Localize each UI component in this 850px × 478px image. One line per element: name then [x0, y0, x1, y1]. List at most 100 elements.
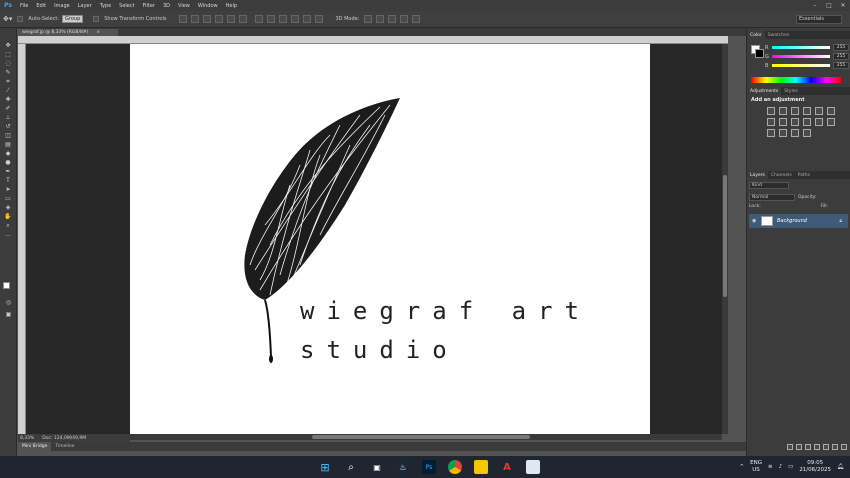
volume-icon[interactable]: ♪: [779, 464, 783, 470]
brush-tool-icon[interactable]: ✐: [4, 105, 13, 113]
screen-mode-icon[interactable]: ▣: [4, 311, 13, 319]
wifi-icon[interactable]: ≋: [768, 464, 773, 470]
black-white-icon[interactable]: [779, 118, 787, 126]
distribute-left-icon[interactable]: [291, 15, 300, 23]
healing-brush-tool-icon[interactable]: ✚: [4, 96, 13, 104]
auto-select-dropdown[interactable]: Group: [62, 15, 84, 23]
clock[interactable]: 09:05 21/06/2025: [799, 460, 831, 474]
eyedropper-tool-icon[interactable]: ⁄: [4, 87, 13, 95]
3d-scale-icon[interactable]: [412, 15, 421, 23]
move-tool-icon[interactable]: ✥▾: [3, 15, 12, 23]
tab-color[interactable]: Color: [747, 31, 765, 39]
menu-3d[interactable]: 3D: [159, 3, 174, 9]
auto-select-checkbox[interactable]: [17, 16, 24, 22]
search-icon[interactable]: ⌕: [344, 460, 358, 474]
gradient-map-icon[interactable]: [791, 129, 799, 137]
distribute-hcenter-icon[interactable]: [303, 15, 312, 23]
photo-filter-icon[interactable]: [791, 118, 799, 126]
threshold-icon[interactable]: [779, 129, 787, 137]
layer-style-icon[interactable]: [796, 444, 802, 450]
minimize-icon[interactable]: –: [808, 2, 822, 9]
3d-tool-icon[interactable]: ◈: [4, 204, 13, 212]
green-slider[interactable]: [772, 55, 830, 58]
link-layers-icon[interactable]: [787, 444, 793, 450]
3d-roll-icon[interactable]: [376, 15, 385, 23]
posterize-icon[interactable]: [767, 129, 775, 137]
file-explorer-icon[interactable]: [474, 460, 488, 474]
3d-drag-icon[interactable]: [388, 15, 397, 23]
menu-view[interactable]: View: [174, 3, 194, 9]
type-tool-icon[interactable]: T: [4, 177, 13, 185]
steam-icon[interactable]: ♨: [396, 460, 410, 474]
adjustment-layer-icon[interactable]: [814, 444, 820, 450]
dodge-tool-icon[interactable]: ●: [4, 159, 13, 167]
new-layer-icon[interactable]: [832, 444, 838, 450]
menu-type[interactable]: Type: [96, 3, 115, 9]
vertical-scroll-thumb[interactable]: [723, 175, 727, 297]
new-group-icon[interactable]: [823, 444, 829, 450]
menu-window[interactable]: Window: [194, 3, 222, 9]
crop-tool-icon[interactable]: ⌗: [4, 78, 13, 86]
menu-filter[interactable]: Filter: [139, 3, 159, 9]
language-indicator[interactable]: ENG US: [750, 460, 762, 474]
tab-channels[interactable]: Channels: [768, 171, 795, 179]
quick-select-tool-icon[interactable]: ✎: [4, 69, 13, 77]
menu-help[interactable]: Help: [222, 3, 241, 9]
red-slider[interactable]: [772, 46, 830, 49]
delete-layer-icon[interactable]: [841, 444, 847, 450]
invert-icon[interactable]: [827, 118, 835, 126]
blue-slider[interactable]: [772, 64, 830, 67]
align-hcenter-icon[interactable]: [227, 15, 236, 23]
blue-value[interactable]: 255: [833, 62, 849, 69]
align-vcenter-icon[interactable]: [191, 15, 200, 23]
tab-adjustments[interactable]: Adjustments: [747, 87, 782, 95]
3d-slide-icon[interactable]: [400, 15, 409, 23]
distribute-top-icon[interactable]: [255, 15, 264, 23]
clone-stamp-tool-icon[interactable]: ⊥: [4, 114, 13, 122]
horizontal-scroll-thumb[interactable]: [312, 435, 530, 439]
shape-tool-icon[interactable]: ▭: [4, 195, 13, 203]
channel-mixer-icon[interactable]: [803, 118, 811, 126]
color-lookup-icon[interactable]: [815, 118, 823, 126]
acrobat-icon[interactable]: A: [500, 460, 514, 474]
maximize-icon[interactable]: □: [822, 2, 836, 9]
align-top-icon[interactable]: [179, 15, 188, 23]
more-tools-icon[interactable]: …: [4, 231, 13, 239]
color-balance-icon[interactable]: [767, 118, 775, 126]
levels-icon[interactable]: [779, 107, 787, 115]
tab-paths[interactable]: Paths: [795, 171, 813, 179]
marquee-tool-icon[interactable]: ⬚: [4, 51, 13, 59]
foreground-color-swatch[interactable]: [3, 282, 10, 289]
align-left-icon[interactable]: [215, 15, 224, 23]
close-icon[interactable]: ✕: [836, 2, 850, 9]
chevron-up-icon[interactable]: ^: [740, 464, 745, 470]
battery-icon[interactable]: ▭: [788, 464, 793, 470]
tab-timeline[interactable]: Timeline: [51, 442, 78, 451]
eraser-tool-icon[interactable]: ◫: [4, 132, 13, 140]
tab-layers[interactable]: Layers: [747, 171, 768, 179]
zoom-level[interactable]: 8,33%: [20, 436, 34, 441]
show-transform-checkbox[interactable]: [93, 16, 100, 22]
menu-image[interactable]: Image: [50, 3, 74, 9]
move-tool-icon[interactable]: ✥: [4, 42, 13, 50]
pen-tool-icon[interactable]: ✒: [4, 168, 13, 176]
layer-name[interactable]: Background: [777, 218, 807, 224]
close-tab-icon[interactable]: ×: [96, 30, 100, 35]
align-right-icon[interactable]: [239, 15, 248, 23]
history-brush-tool-icon[interactable]: ↺: [4, 123, 13, 131]
gradient-tool-icon[interactable]: ▤: [4, 141, 13, 149]
hue-saturation-icon[interactable]: [827, 107, 835, 115]
quick-mask-icon[interactable]: ◎: [4, 299, 13, 307]
distribute-right-icon[interactable]: [315, 15, 324, 23]
distribute-vcenter-icon[interactable]: [267, 15, 276, 23]
hand-tool-icon[interactable]: ✋: [4, 213, 13, 221]
blur-tool-icon[interactable]: ◆: [4, 150, 13, 158]
layer-mask-icon[interactable]: [805, 444, 811, 450]
blend-mode-dropdown[interactable]: Normal: [749, 193, 795, 201]
workspace-dropdown[interactable]: Essentials: [796, 15, 842, 24]
photoshop-taskbar-icon[interactable]: Ps: [422, 460, 436, 474]
document-tab[interactable]: wiegraf.jp @ 8,33% (RGB/8#) ×: [18, 29, 118, 36]
exposure-icon[interactable]: [803, 107, 811, 115]
path-select-tool-icon[interactable]: ➤: [4, 186, 13, 194]
chrome-icon[interactable]: [448, 460, 462, 474]
